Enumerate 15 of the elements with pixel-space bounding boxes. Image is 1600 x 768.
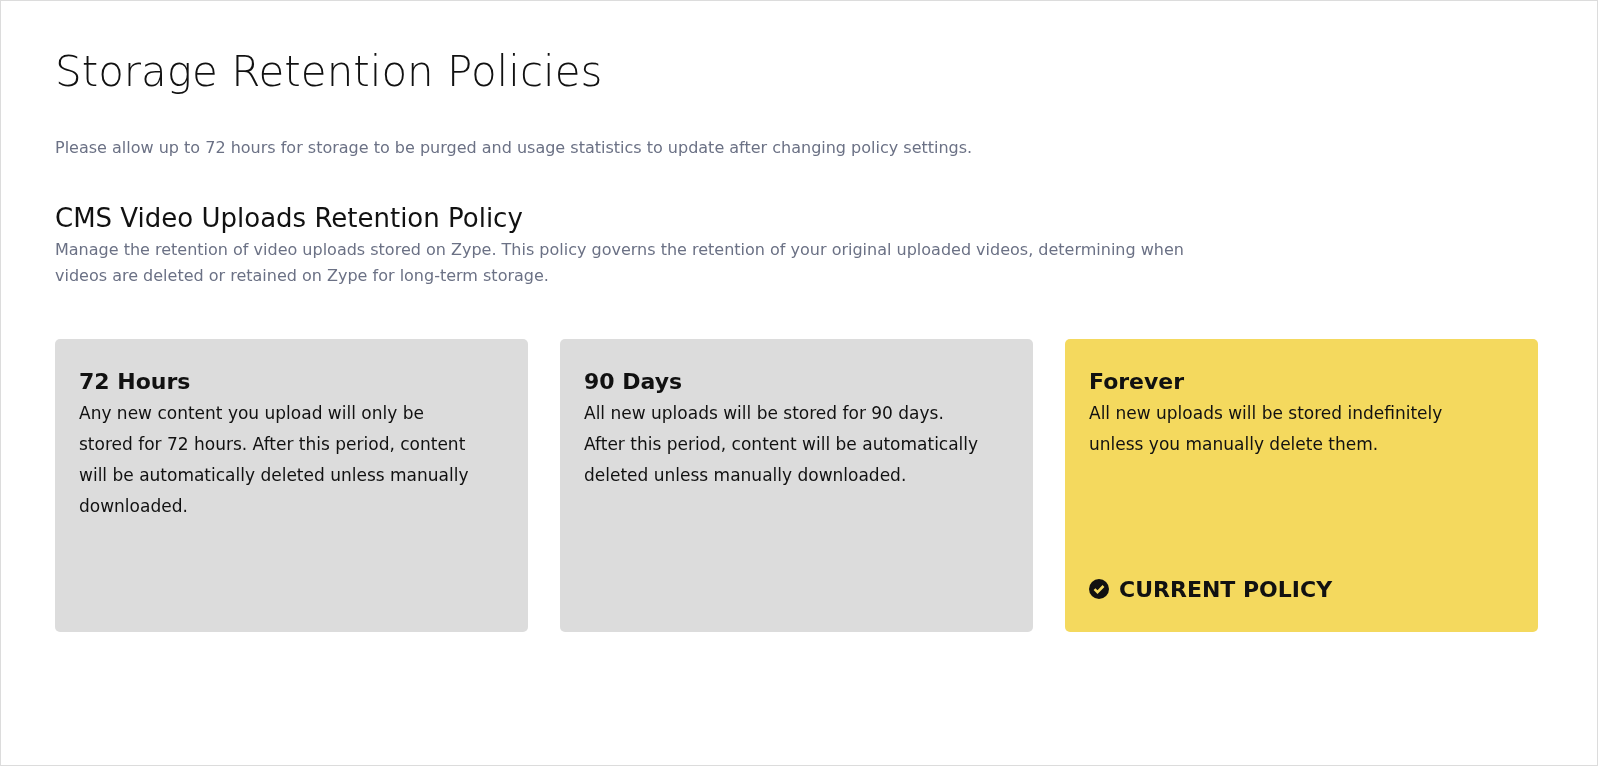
check-circle-icon — [1089, 579, 1109, 600]
policy-description: All new uploads will be stored indefinitely unless you manually delete them. — [1089, 401, 1444, 456]
policy-name: 72 Hours — [79, 368, 192, 394]
policy-name: Forever — [1089, 368, 1186, 394]
section-heading: CMS Video Uploads Retention Policy — [55, 202, 524, 233]
notice-text: Please allow up to 72 hours for storage to be purged and usage statistics to update after changing policy settings. — [55, 137, 974, 157]
policy-card[interactable]: Forever All new uploads will be stored indefinitely unless you manually delete them. CURRENT POLICY — [1065, 338, 1538, 632]
policy-card[interactable]: 72 Hours Any new content you upload will only be stored for 72 hours. After this period, content will be automatically deleted unless manually downloaded. — [55, 338, 528, 632]
current-policy-label: CURRENT POLICY — [1119, 576, 1333, 602]
policy-description: All new uploads will be stored for 90 days. After this period, content will be automatically deleted unless manually downloaded. — [584, 401, 980, 487]
policy-card[interactable]: 90 Days All new uploads will be stored for 90 days. After this period, content will be automatically deleted unless manually downloaded. — [560, 338, 1033, 632]
policy-name: 90 Days — [584, 368, 684, 394]
policy-description: Any new content you upload will only be stored for 72 hours. After this period, content will be automatically deleted unless manually downloaded. — [79, 401, 470, 518]
page-title: Storage Retention Policies — [55, 46, 604, 98]
section-description: Manage the retention of video uploads stored on Zype. This policy governs the retention of your original uploaded videos, determining when videos are deleted or retained on Zype for long-term storage. — [55, 238, 1185, 287]
